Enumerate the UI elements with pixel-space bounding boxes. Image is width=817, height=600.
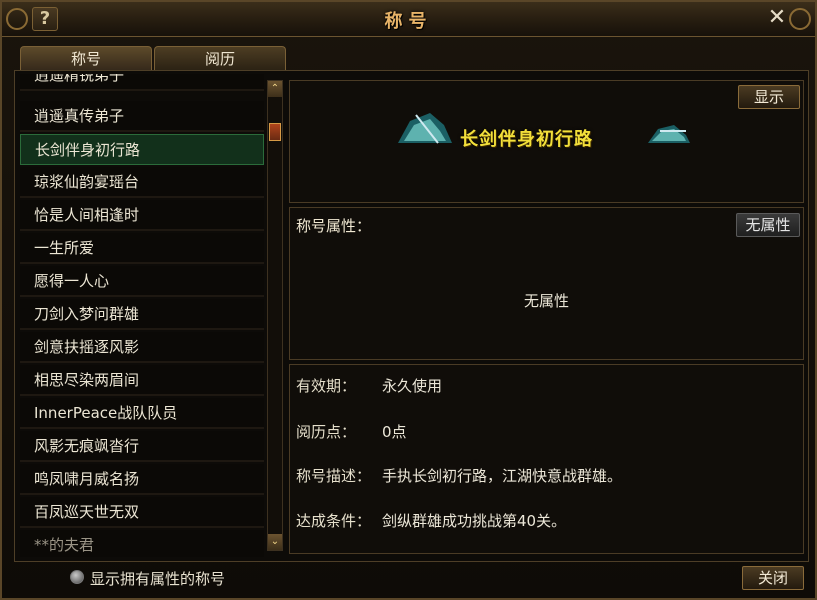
list-item[interactable]: 琼浆仙韵宴瑶台 xyxy=(20,167,264,198)
list-item[interactable]: **的夫君 xyxy=(20,530,264,557)
display-button[interactable]: 显示 xyxy=(738,85,800,109)
attributes-panel: 称号属性： 无属性 无属性 xyxy=(289,207,804,360)
window-title: 称号 xyxy=(384,11,433,32)
show-attributed-label[interactable]: 显示拥有属性的称号 xyxy=(90,568,225,589)
condition-value: 剑纵群雄成功挑战第40关。 xyxy=(382,512,567,530)
list-item[interactable]: 愿得一人心 xyxy=(20,266,264,297)
list-item[interactable]: 风影无痕飒沓行 xyxy=(20,431,264,462)
scroll-up-icon[interactable]: ⌃ xyxy=(268,81,282,97)
scroll-down-icon[interactable]: ⌄ xyxy=(268,534,282,550)
corner-ornament-icon xyxy=(789,8,811,30)
attributes-filter-button[interactable]: 无属性 xyxy=(736,213,800,237)
description-value: 手执长剑初行路，江湖快意战群雄。 xyxy=(382,467,623,485)
list-item[interactable]: 百凤巡天世无双 xyxy=(20,497,264,528)
list-scrollbar[interactable]: ⌃ ⌄ xyxy=(267,80,283,551)
scrollbar-thumb[interactable] xyxy=(269,123,281,141)
list-item[interactable]: 剑意扶摇逐风影 xyxy=(20,332,264,363)
points-value: 0点 xyxy=(382,423,407,441)
list-item[interactable]: 逍遥真传弟子 xyxy=(20,101,264,132)
title-preview-panel: 显示 长剑伴身初行路 xyxy=(289,80,804,203)
list-item[interactable]: 恰是人间相逢时 xyxy=(20,200,264,231)
list-item[interactable]: InnerPeace战队队员 xyxy=(20,398,264,429)
attributes-heading: 称号属性： xyxy=(296,217,372,235)
tab-titles[interactable]: 称号 xyxy=(20,46,152,71)
list-item-selected[interactable]: 长剑伴身初行路 xyxy=(20,134,264,165)
close-button[interactable]: 关闭 xyxy=(742,566,804,590)
validity-label: 有效期： xyxy=(296,377,357,395)
title-bar[interactable]: ? 称号 ✕ xyxy=(2,2,815,37)
description-label: 称号描述： xyxy=(296,467,372,485)
details-panel: 有效期： 永久使用 阅历点： 0点 称号描述： 手执长剑初行路，江湖快意战群雄。… xyxy=(289,364,804,554)
list-item[interactable]: 鸣凤啸月威名扬 xyxy=(20,464,264,495)
condition-label: 达成条件： xyxy=(296,512,372,530)
list-item[interactable]: 相思尽染两眉间 xyxy=(20,365,264,396)
list-item[interactable]: 刀剑入梦问群雄 xyxy=(20,299,264,330)
titles-list: 逍遥精锐弟子 逍遥真传弟子 长剑伴身初行路 琼浆仙韵宴瑶台 恰是人间相逢时 一生… xyxy=(20,74,266,557)
attributes-content: 无属性 xyxy=(523,292,569,310)
list-item[interactable]: 逍遥精锐弟子 xyxy=(20,74,264,91)
show-attributed-checkbox[interactable] xyxy=(70,570,84,584)
list-item[interactable]: 一生所爱 xyxy=(20,233,264,264)
title-window: ? 称号 ✕ 称号 阅历 逍遥精锐弟子 逍遥真传弟子 长剑伴身初行路 琼浆仙韵宴… xyxy=(0,0,817,600)
close-icon[interactable]: ✕ xyxy=(765,6,789,30)
points-label: 阅历点： xyxy=(296,423,357,441)
tab-experience[interactable]: 阅历 xyxy=(154,46,286,71)
validity-value: 永久使用 xyxy=(382,377,443,395)
title-banner-text: 长剑伴身初行路 xyxy=(460,129,593,150)
